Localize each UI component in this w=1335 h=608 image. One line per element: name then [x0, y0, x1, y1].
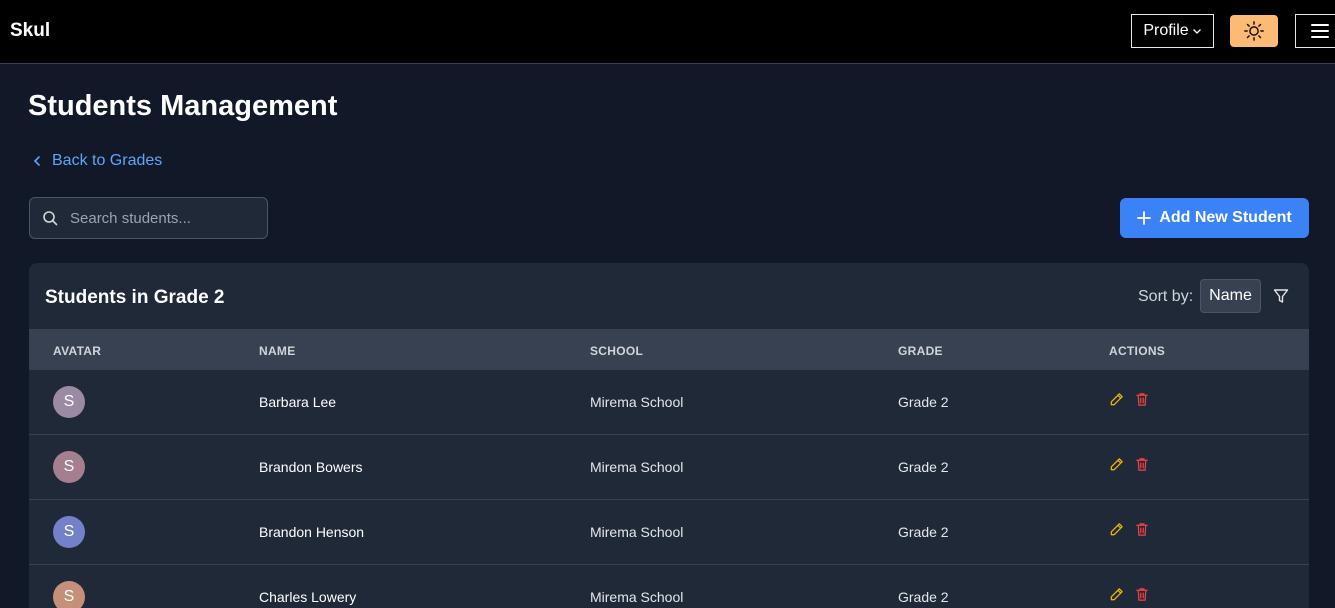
avatar: S — [53, 581, 85, 608]
chevron-left-icon — [33, 156, 40, 166]
student-grade: Grade 2 — [898, 459, 949, 475]
profile-dropdown-button[interactable]: Profile — [1131, 14, 1214, 48]
avatar: S — [53, 516, 85, 548]
students-card: Students in Grade 2 Sort by: Name AVATAR… — [29, 263, 1309, 608]
add-new-student-button[interactable]: Add New Student — [1120, 198, 1309, 238]
delete-button[interactable] — [1135, 587, 1149, 607]
theme-toggle-button[interactable] — [1230, 15, 1278, 47]
pencil-icon — [1110, 523, 1123, 536]
student-school: Mirema School — [590, 524, 684, 540]
edit-button[interactable] — [1109, 522, 1124, 542]
top-navbar: Skul Profile — [0, 0, 1335, 64]
page-title: Students Management — [28, 90, 338, 122]
student-name: Brandon Bowers — [259, 459, 363, 475]
pencil-icon — [1110, 588, 1123, 601]
edit-button[interactable] — [1109, 392, 1124, 412]
table-row: S Charles Lowery Mirema School Grade 2 — [29, 565, 1309, 608]
student-grade: Grade 2 — [898, 589, 949, 605]
brand-logo[interactable]: Skul — [10, 20, 50, 42]
student-grade: Grade 2 — [898, 394, 949, 410]
sun-icon — [1244, 21, 1264, 41]
avatar: S — [53, 451, 85, 483]
student-school: Mirema School — [590, 394, 684, 410]
profile-label: Profile — [1143, 22, 1189, 39]
trash-icon — [1136, 393, 1148, 406]
student-school: Mirema School — [590, 459, 684, 475]
pencil-icon — [1110, 393, 1123, 406]
student-name: Barbara Lee — [259, 394, 337, 410]
menu-button[interactable] — [1295, 14, 1335, 48]
table-row: S Barbara Lee Mirema School Grade 2 — [29, 370, 1309, 435]
delete-button[interactable] — [1135, 392, 1149, 412]
delete-button[interactable] — [1135, 457, 1149, 477]
student-school: Mirema School — [590, 589, 684, 605]
trash-icon — [1136, 588, 1148, 601]
sort-select[interactable]: Name — [1200, 279, 1261, 313]
menu-icon — [1311, 24, 1329, 38]
avatar: S — [53, 386, 85, 418]
trash-icon — [1136, 458, 1148, 471]
header-name: NAME — [259, 344, 296, 358]
search-box — [29, 197, 268, 239]
card-title: Students in Grade 2 — [45, 287, 225, 308]
plus-icon — [1137, 211, 1152, 225]
pencil-icon — [1110, 458, 1123, 471]
student-grade: Grade 2 — [898, 524, 949, 540]
back-to-grades-link[interactable]: Back to Grades — [32, 152, 162, 170]
chevron-down-icon — [1192, 29, 1201, 34]
student-name: Brandon Henson — [259, 524, 365, 540]
header-avatar: AVATAR — [53, 344, 102, 358]
table-header: AVATAR NAME SCHOOL GRADE ACTIONS — [29, 329, 1309, 370]
sort-label: Sort by: — [1138, 288, 1194, 305]
header-actions: ACTIONS — [1109, 344, 1166, 358]
edit-button[interactable] — [1109, 457, 1124, 477]
table-row: S Brandon Henson Mirema School Grade 2 — [29, 500, 1309, 565]
filter-button[interactable] — [1273, 288, 1289, 309]
edit-button[interactable] — [1109, 587, 1124, 607]
header-grade: GRADE — [898, 344, 943, 358]
add-button-label: Add New Student — [1159, 209, 1292, 226]
filter-icon — [1273, 289, 1289, 303]
student-name: Charles Lowery — [259, 589, 357, 605]
search-input[interactable] — [70, 209, 250, 227]
search-icon — [43, 211, 58, 226]
trash-icon — [1136, 523, 1148, 536]
back-link-label: Back to Grades — [52, 152, 163, 169]
table-row: S Brandon Bowers Mirema School Grade 2 — [29, 435, 1309, 500]
header-school: SCHOOL — [590, 344, 644, 358]
delete-button[interactable] — [1135, 522, 1149, 542]
